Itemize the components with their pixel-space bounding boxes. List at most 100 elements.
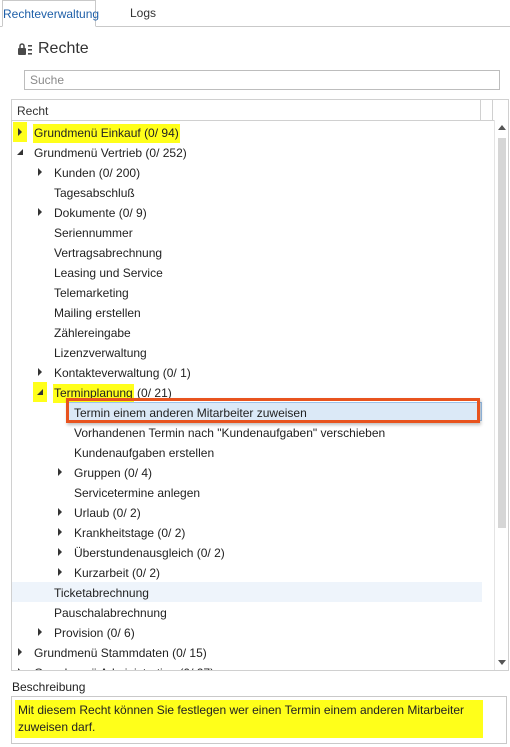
collapsed-arrow-icon[interactable] — [13, 122, 27, 142]
tree-row-label: Grundmenü Administration (0/ 27) — [34, 666, 214, 670]
collapsed-arrow-icon[interactable] — [56, 542, 66, 562]
tree-row-label: Pauschalabrechnung — [54, 606, 167, 620]
tree-row[interactable]: Mailing erstellen — [12, 302, 482, 322]
collapsed-arrow-icon[interactable] — [16, 662, 26, 670]
search-input[interactable] — [24, 70, 500, 90]
tree-row[interactable]: Ticketabrechnung — [12, 582, 482, 602]
collapsed-arrow-icon[interactable] — [56, 522, 66, 542]
tree-row-label: Kurzarbeit (0/ 2) — [74, 566, 160, 580]
tree-row-text: Urlaub (0/ 2) — [74, 506, 141, 520]
tree-row-label: Servicetermine anlegen — [74, 486, 200, 500]
tree-rows: Grundmenü Einkauf (0/ 94) Grundmenü Vertr… — [12, 120, 492, 670]
collapsed-arrow-icon[interactable] — [36, 362, 46, 382]
tree-row-text: Kontakteverwaltung (0/ 1) — [54, 366, 191, 380]
collapsed-arrow-icon[interactable] — [36, 202, 46, 222]
tree-row[interactable]: Kontakteverwaltung (0/ 1) — [12, 362, 482, 382]
tree-row[interactable]: Seriennummer — [12, 222, 482, 242]
tree-row-label: Ticketabrechnung — [54, 586, 149, 600]
collapsed-arrow-icon[interactable] — [36, 622, 46, 642]
lock-list-icon — [17, 42, 33, 56]
collapsed-arrow-icon[interactable] — [56, 562, 66, 582]
collapsed-arrow-icon[interactable] — [36, 162, 46, 182]
scroll-down-button[interactable] — [495, 654, 508, 670]
tree-row-label: Seriennummer — [54, 226, 133, 240]
tree-row-label: Gruppen (0/ 4) — [74, 466, 152, 480]
tree-row-label: Grundmenü Vertrieb (0/ 252) — [34, 146, 187, 160]
tree-row-label: Zählereingabe — [54, 326, 131, 340]
tree-row-label: Telemarketing — [54, 286, 129, 300]
tree-row-label: Grundmenü Einkauf (0/ 94) — [33, 124, 180, 143]
tree-row-text: Krankheitstage (0/ 2) — [74, 526, 186, 540]
tree-row-label: Mailing erstellen — [54, 306, 141, 320]
tree-row[interactable]: Kundenaufgaben erstellen — [12, 442, 482, 462]
tree-row[interactable]: Pauschalabrechnung — [12, 602, 482, 622]
collapsed-arrow-icon[interactable] — [16, 642, 26, 662]
tree-row[interactable]: Leasing und Service — [12, 262, 482, 282]
tree-row-label: Grundmenü Stammdaten (0/ 15) — [34, 646, 207, 660]
tree-row[interactable]: Servicetermine anlegen — [12, 482, 482, 502]
vertical-scrollbar[interactable] — [494, 120, 508, 670]
tree-row-text: Kurzarbeit (0/ 2) — [74, 566, 161, 580]
tree-row-text: Grundmenü Administration (0/ 27) — [34, 666, 214, 670]
column-divider — [480, 100, 481, 120]
tree-row-label: Leasing und Service — [54, 266, 163, 280]
collapsed-arrow-icon[interactable] — [56, 502, 66, 522]
tree-row-text: Zählereingabe — [54, 326, 131, 340]
tree-row[interactable]: Telemarketing — [12, 282, 482, 302]
tree-row-label: Vorhandenen Termin nach "Kundenaufgaben"… — [74, 426, 385, 440]
tree-row-text: Kundenaufgaben erstellen — [74, 446, 215, 460]
page-header: Rechte — [17, 39, 89, 59]
column-header: Recht — [12, 100, 508, 121]
tree-row[interactable]: Gruppen (0/ 4) — [12, 462, 482, 482]
tree-row-label: Kunden (0/ 200) — [54, 166, 140, 180]
tree-row[interactable]: Grundmenü Stammdaten (0/ 15) — [12, 642, 482, 662]
scroll-up-button[interactable] — [495, 120, 508, 136]
selection-highlight-frame — [66, 398, 480, 423]
tree-row-text: Mailing erstellen — [54, 306, 141, 320]
tree-row-text: Leasing und Service — [54, 266, 163, 280]
tree-row-text: Pauschalabrechnung — [54, 606, 167, 620]
tree-row[interactable]: Grundmenü Vertrieb (0/ 252) — [12, 142, 482, 162]
tab-logs[interactable]: Logs — [118, 0, 168, 26]
tree-row[interactable]: Kurzarbeit (0/ 2) — [12, 562, 482, 582]
tree-row-text: Lizenzverwaltung — [54, 346, 147, 360]
tree-row-text: Grundmenü Einkauf (0/ 94) — [33, 124, 180, 143]
tree-row[interactable]: Dokumente (0/ 9) — [12, 202, 482, 222]
tree-row[interactable]: Provision (0/ 6) — [12, 622, 482, 642]
tree-row[interactable]: Tagesabschluß — [12, 182, 482, 202]
tree-row-text: Seriennummer — [54, 226, 133, 240]
rights-tree-grid: Recht Grundmenü Einkauf (0/ 94) Grundmenü… — [11, 99, 509, 671]
tree-row-label: Krankheitstage (0/ 2) — [74, 526, 185, 540]
tree-row-label: Tagesabschluß — [54, 186, 135, 200]
tree-row[interactable]: Grundmenü Administration (0/ 27) — [12, 662, 482, 670]
tree-row[interactable]: Zählereingabe — [12, 322, 482, 342]
chevron-up-icon — [498, 125, 506, 130]
chevron-down-icon — [498, 660, 506, 665]
tab-rechteverwaltung[interactable]: Rechteverwaltung — [2, 0, 99, 27]
tree-row-text: Überstundenausgleich (0/ 2) — [74, 546, 225, 560]
tree-row[interactable]: Überstundenausgleich (0/ 2) — [12, 542, 482, 562]
tree-row-text: Dokumente (0/ 9) — [54, 206, 147, 220]
collapsed-arrow-icon[interactable] — [56, 462, 66, 482]
tree-row-label: Vertragsabrechnung — [54, 246, 162, 260]
expanded-arrow-icon[interactable] — [33, 382, 47, 402]
expanded-arrow-icon[interactable] — [16, 142, 26, 162]
column-header-recht[interactable]: Recht — [17, 104, 48, 118]
tab-bar: Rechteverwaltung Logs — [0, 0, 510, 27]
scrollbar-thumb[interactable] — [498, 138, 506, 528]
tree-row-label: Überstundenausgleich (0/ 2) — [74, 546, 225, 560]
tree-row[interactable]: Kunden (0/ 200) — [12, 162, 482, 182]
tree-row[interactable]: Urlaub (0/ 2) — [12, 502, 482, 522]
tree-row-text: Vorhandenen Termin nach "Kundenaufgaben"… — [74, 426, 386, 440]
tree-row[interactable]: Vorhandenen Termin nach "Kundenaufgaben"… — [12, 422, 482, 442]
tree-row-text: Tagesabschluß — [54, 186, 135, 200]
tree-row[interactable]: Vertragsabrechnung — [12, 242, 482, 262]
description-text: Mit diesem Recht können Sie festlegen we… — [15, 700, 483, 738]
tree-row-text: Kunden (0/ 200) — [54, 166, 141, 180]
tree-row[interactable]: Lizenzverwaltung — [12, 342, 482, 362]
tree-row[interactable]: Grundmenü Einkauf (0/ 94) — [12, 122, 482, 143]
tree-row-label: Provision (0/ 6) — [54, 626, 135, 640]
tree-row-text: Ticketabrechnung — [54, 586, 149, 600]
tree-row-text: Gruppen (0/ 4) — [74, 466, 153, 480]
tree-row[interactable]: Krankheitstage (0/ 2) — [12, 522, 482, 542]
